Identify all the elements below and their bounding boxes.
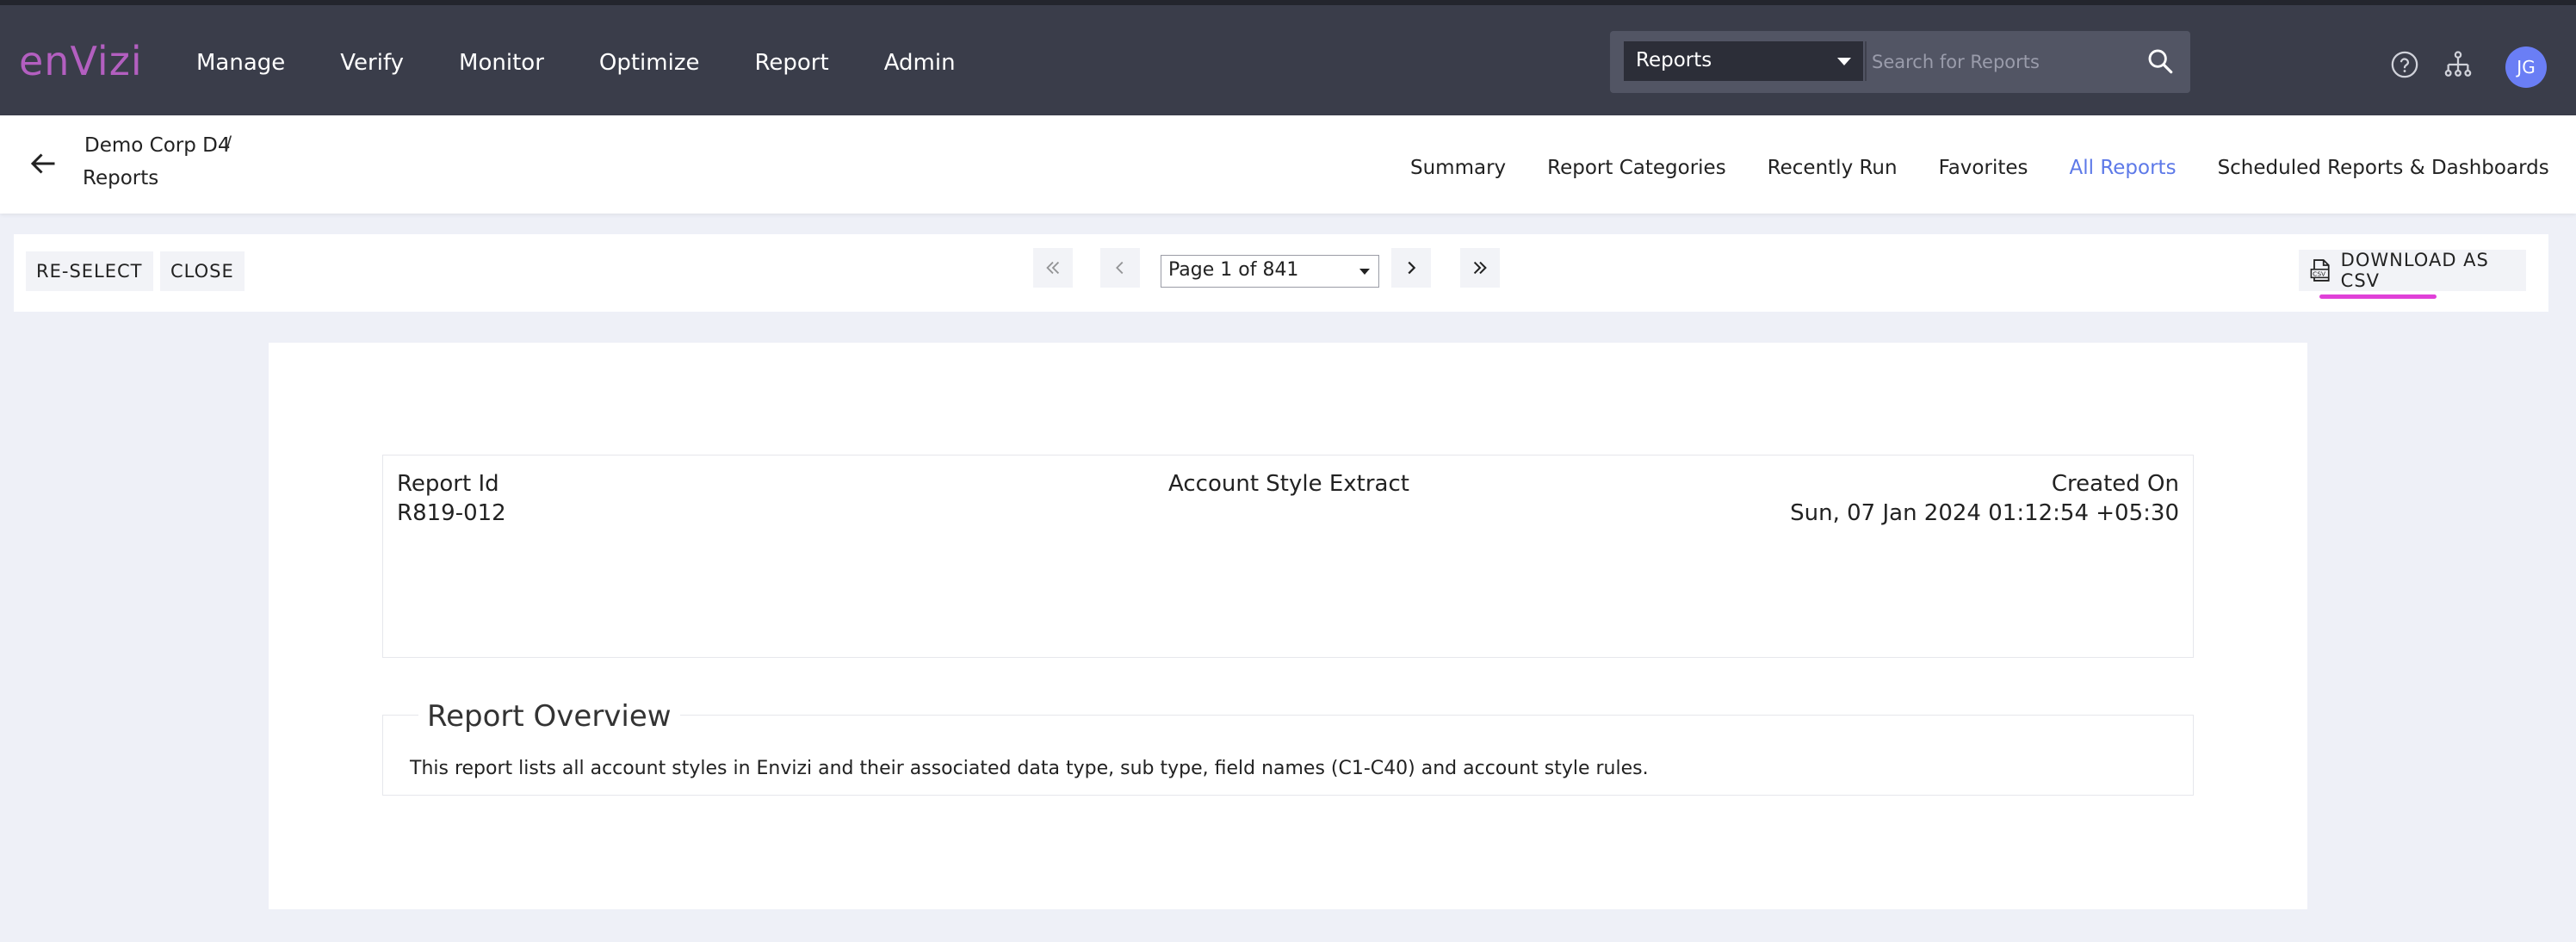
search-divider: [1865, 41, 1867, 81]
nav-item-manage[interactable]: Manage: [196, 50, 285, 76]
breadcrumb-current: Reports: [83, 167, 159, 189]
envizi-logo[interactable]: enVizi: [19, 38, 143, 84]
global-search: Reports: [1610, 31, 2190, 93]
double-chevron-left-icon: [1046, 261, 1060, 275]
tab-favorites[interactable]: Favorites: [1939, 157, 2028, 179]
nav-item-report[interactable]: Report: [754, 50, 828, 76]
created-on-label: Created On: [2051, 471, 2179, 497]
next-page-button[interactable]: [1391, 248, 1431, 288]
page-select[interactable]: Page 1 of 841: [1161, 255, 1379, 288]
tab-all-reports[interactable]: All Reports: [2070, 157, 2177, 179]
report-overview-title: Report Overview: [418, 699, 680, 734]
search-input[interactable]: [1870, 41, 2132, 83]
report-sheet: Report Id R819-012 Account Style Extract…: [269, 343, 2307, 909]
caret-down-icon: [1837, 58, 1851, 65]
csv-file-icon: CSV: [2310, 259, 2330, 282]
back-arrow-icon[interactable]: [28, 148, 59, 179]
nav-item-verify[interactable]: Verify: [340, 50, 404, 76]
tab-recently-run[interactable]: Recently Run: [1768, 157, 1898, 179]
search-scope-select[interactable]: Reports: [1624, 41, 1863, 81]
report-overview-description: This report lists all account styles in …: [410, 758, 1649, 779]
double-chevron-right-icon: [1473, 261, 1487, 275]
user-avatar[interactable]: JG: [2505, 46, 2547, 88]
page-select-value: Page 1 of 841: [1168, 259, 1299, 281]
report-header-box: Report Id R819-012 Account Style Extract…: [382, 455, 2194, 658]
csv-button-underline: [2319, 294, 2437, 299]
report-tabs: Summary Report Categories Recently Run F…: [1410, 157, 2576, 179]
search-scope-value: Reports: [1636, 49, 1712, 71]
download-csv-button[interactable]: CSV DOWNLOAD AS CSV: [2299, 250, 2526, 291]
report-id-value: R819-012: [397, 500, 506, 526]
breadcrumb-separator: /: [226, 133, 232, 153]
nav-item-monitor[interactable]: Monitor: [459, 50, 544, 76]
tab-report-categories[interactable]: Report Categories: [1547, 157, 1726, 179]
close-button[interactable]: CLOSE: [160, 251, 245, 291]
last-page-button[interactable]: [1460, 248, 1500, 288]
main-nav: Manage Verify Monitor Optimize Report Ad…: [196, 50, 1011, 76]
breadcrumb-parent[interactable]: Demo Corp D4: [84, 134, 231, 157]
hierarchy-icon[interactable]: [2443, 50, 2473, 79]
report-title: Account Style Extract: [1168, 471, 1409, 497]
nav-item-admin[interactable]: Admin: [884, 50, 956, 76]
chevron-right-icon: [1408, 261, 1416, 275]
tab-summary[interactable]: Summary: [1410, 157, 1506, 179]
help-icon[interactable]: [2390, 50, 2419, 79]
search-icon[interactable]: [2146, 46, 2175, 76]
svg-text:CSV: CSV: [2313, 270, 2325, 278]
download-csv-label: DOWNLOAD AS CSV: [2340, 250, 2489, 291]
report-toolbar: RE-SELECT CLOSE Page 1 of 841 CSV DOWNLO…: [14, 234, 2548, 312]
created-on-value: Sun, 07 Jan 2024 01:12:54 +05:30: [1790, 500, 2179, 526]
tab-scheduled-reports[interactable]: Scheduled Reports & Dashboards: [2218, 157, 2549, 179]
page-header: Demo Corp D4 / Reports Summary Report Ca…: [0, 115, 2576, 214]
reselect-button[interactable]: RE-SELECT: [26, 251, 153, 291]
chevron-left-icon: [1116, 261, 1124, 275]
caret-down-icon: [1359, 269, 1370, 275]
prev-page-button[interactable]: [1100, 248, 1140, 288]
first-page-button[interactable]: [1033, 248, 1073, 288]
nav-item-optimize[interactable]: Optimize: [599, 50, 700, 76]
top-navigation-bar: enVizi Manage Verify Monitor Optimize Re…: [0, 0, 2576, 115]
